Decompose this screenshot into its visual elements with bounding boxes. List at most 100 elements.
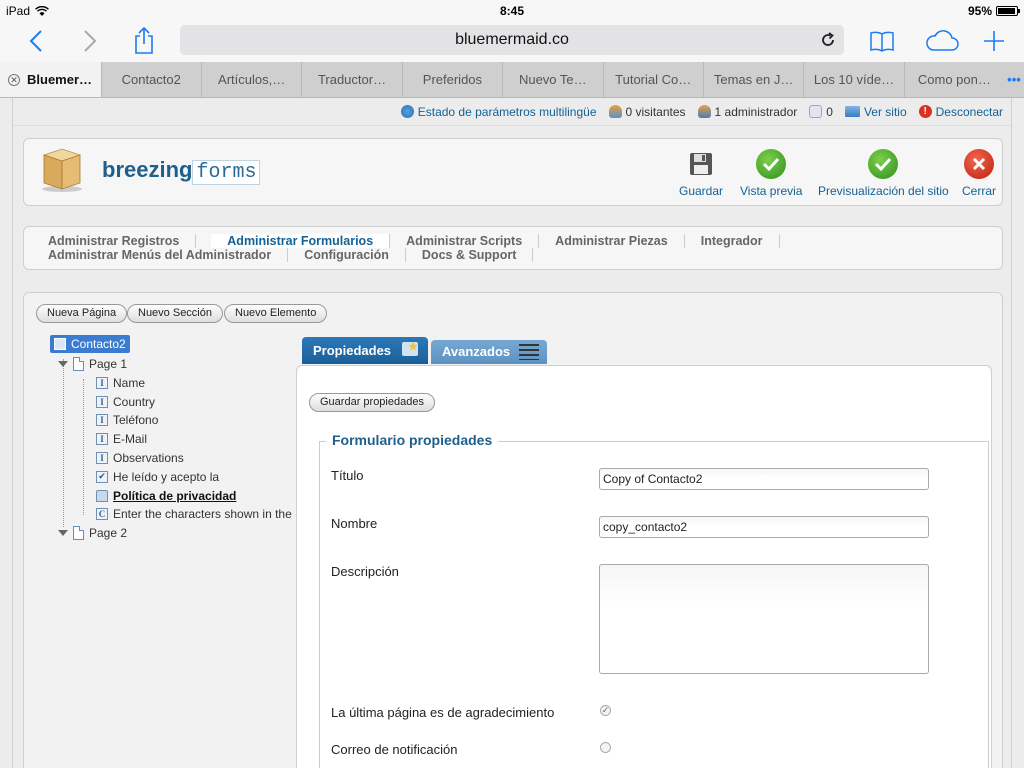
tree-item-label: Enter the characters shown in the xyxy=(113,507,292,521)
tab-preferidos[interactable]: Preferidos xyxy=(401,62,502,97)
logout-link[interactable]: ! Desconectar xyxy=(918,105,1003,119)
close-button[interactable]: Cerrar xyxy=(962,149,996,198)
notification-email-checkbox[interactable] xyxy=(600,742,611,753)
back-button[interactable] xyxy=(20,26,52,56)
bookmarks-button[interactable] xyxy=(866,26,898,56)
save-button[interactable]: Guardar xyxy=(679,149,723,198)
tree-item-accept-privacy[interactable]: ✔ He leído y acepto la xyxy=(96,468,219,486)
browser-toolbar: bluemermaid.co xyxy=(0,22,1024,62)
name-label: Nombre xyxy=(331,516,378,531)
icloud-tabs-button[interactable] xyxy=(922,26,962,56)
text-field-icon: I xyxy=(96,377,108,389)
tree-item-captcha[interactable]: C Enter the characters shown in the xyxy=(96,505,292,523)
clock: 8:45 xyxy=(499,4,525,18)
tree-page-2-label: Page 2 xyxy=(89,526,128,540)
folder-icon xyxy=(96,490,108,502)
tab-tutorial[interactable]: Tutorial Co… xyxy=(602,62,703,97)
logout-icon: ! xyxy=(918,105,932,118)
title-input[interactable] xyxy=(599,468,929,490)
view-site-label: Ver sitio xyxy=(863,104,907,119)
address-bar[interactable]: bluemermaid.co xyxy=(180,25,844,55)
new-tab-button[interactable] xyxy=(978,26,1010,56)
multilingual-status-link[interactable]: Estado de parámetros multilingüe xyxy=(400,105,597,119)
tree-connector xyxy=(63,359,64,527)
title-label: Título xyxy=(331,468,364,483)
tab-traductor[interactable]: Traductor… xyxy=(301,62,401,97)
checkbox-icon: ✔ xyxy=(96,471,108,483)
tree-item-label: Observations xyxy=(113,451,184,465)
forward-button[interactable] xyxy=(74,26,106,56)
tree-page-1[interactable]: Page 1 xyxy=(58,355,127,373)
web-page: Estado de parámetros multilingüe 0 visit… xyxy=(12,98,1013,768)
cloud-icon xyxy=(926,30,959,51)
tab-contacto2[interactable]: Contacto2 xyxy=(100,62,201,97)
admins-count: 1 administrador xyxy=(697,104,798,119)
menu-manage-forms[interactable]: Administrar Formularios xyxy=(211,234,391,248)
expand-icon[interactable] xyxy=(58,530,68,536)
logo-forms-text: forms xyxy=(192,160,261,185)
tree-item-label: He leído y acepto la xyxy=(113,470,220,484)
name-input[interactable] xyxy=(599,516,929,538)
admin-user-icon xyxy=(697,105,711,118)
package-icon xyxy=(42,148,82,192)
menu-manage-scripts[interactable]: Administrar Scripts xyxy=(406,234,540,248)
tab-properties[interactable]: Propiedades ★ xyxy=(302,337,428,364)
tree-item-label: Country xyxy=(113,395,156,409)
tree-item-name[interactable]: I Name xyxy=(96,374,145,392)
menu-integrator[interactable]: Integrador xyxy=(701,234,780,248)
logo-main-text: breezing xyxy=(102,157,193,182)
text-field-icon: I xyxy=(96,396,108,408)
messages-count[interactable]: 0 xyxy=(809,105,833,119)
menu-manage-pieces[interactable]: Administrar Piezas xyxy=(555,234,685,248)
tab-advanced[interactable]: Avanzados xyxy=(431,340,547,364)
component-menu: Administrar Registros Administrar Formul… xyxy=(23,226,1003,270)
tab-articulos[interactable]: Artículos,… xyxy=(200,62,301,97)
new-section-button[interactable]: Nuevo Sección xyxy=(127,304,223,323)
users-icon xyxy=(608,105,622,118)
globe-icon xyxy=(400,105,414,118)
floppy-icon xyxy=(686,149,716,179)
tab-label: Bluemer… xyxy=(27,72,93,87)
tree-item-observations[interactable]: I Observations xyxy=(96,449,184,467)
new-page-button[interactable]: Nueva Página xyxy=(36,304,128,323)
site-preview-button[interactable]: Previsualización del sitio xyxy=(818,149,949,198)
new-element-button[interactable]: Nuevo Elemento xyxy=(224,304,328,323)
tab-nuevo-te[interactable]: Nuevo Te… xyxy=(502,62,602,97)
menu-configuration[interactable]: Configuración xyxy=(304,248,406,262)
tab-videos[interactable]: Los 10 víde… xyxy=(803,62,903,97)
tree-root-form[interactable]: Contacto2 xyxy=(50,335,130,353)
tree-item-label: E-Mail xyxy=(113,432,148,446)
form-icon xyxy=(54,338,66,350)
close-tab-icon[interactable]: ✕ xyxy=(8,74,20,86)
tree-item-telefono[interactable]: I Teléfono xyxy=(96,411,158,429)
description-textarea[interactable] xyxy=(599,564,929,674)
expand-icon[interactable] xyxy=(58,361,68,367)
last-page-thanks-checkbox[interactable]: ✓ xyxy=(600,705,611,716)
menu-manage-records[interactable]: Administrar Registros xyxy=(48,234,197,248)
share-button[interactable] xyxy=(128,26,160,56)
reload-icon[interactable] xyxy=(818,30,838,50)
preview-button[interactable]: Vista previa xyxy=(740,149,802,198)
tree-item-country[interactable]: I Country xyxy=(96,393,155,411)
tab-como-pon[interactable]: Como pon… xyxy=(903,62,1004,97)
mail-icon xyxy=(809,105,823,118)
page-icon xyxy=(73,357,84,371)
form-properties-fieldset: Formulario propiedades Título Nombre Des… xyxy=(319,432,989,768)
tab-temas[interactable]: Temas en J… xyxy=(702,62,803,97)
view-site-link[interactable]: Ver sitio xyxy=(844,104,907,119)
battery-percent: 95% xyxy=(967,4,992,18)
menu-docs-support[interactable]: Docs & Support xyxy=(422,248,534,262)
menu-admin-menus[interactable]: Administrar Menús del Administrador xyxy=(48,248,289,262)
tree-item-privacy-policy[interactable]: Política de privacidad xyxy=(96,487,236,505)
visitors-label: 0 visitantes xyxy=(625,104,686,119)
tree-item-email[interactable]: I E-Mail xyxy=(96,430,147,448)
tab-active[interactable]: ✕ Bluemer… xyxy=(0,62,101,97)
tree-root-label: Contacto2 xyxy=(71,337,126,351)
url-text: bluemermaid.co xyxy=(455,31,569,48)
tree-page-2[interactable]: Page 2 xyxy=(58,524,127,542)
checkmark-icon xyxy=(756,149,787,179)
properties-panel: Guardar propiedades Formulario propiedad… xyxy=(296,365,992,768)
save-properties-button[interactable]: Guardar propiedades xyxy=(309,393,435,412)
admins-label: 1 administrador xyxy=(714,104,798,119)
more-tabs-icon[interactable]: ••• xyxy=(1004,62,1024,97)
